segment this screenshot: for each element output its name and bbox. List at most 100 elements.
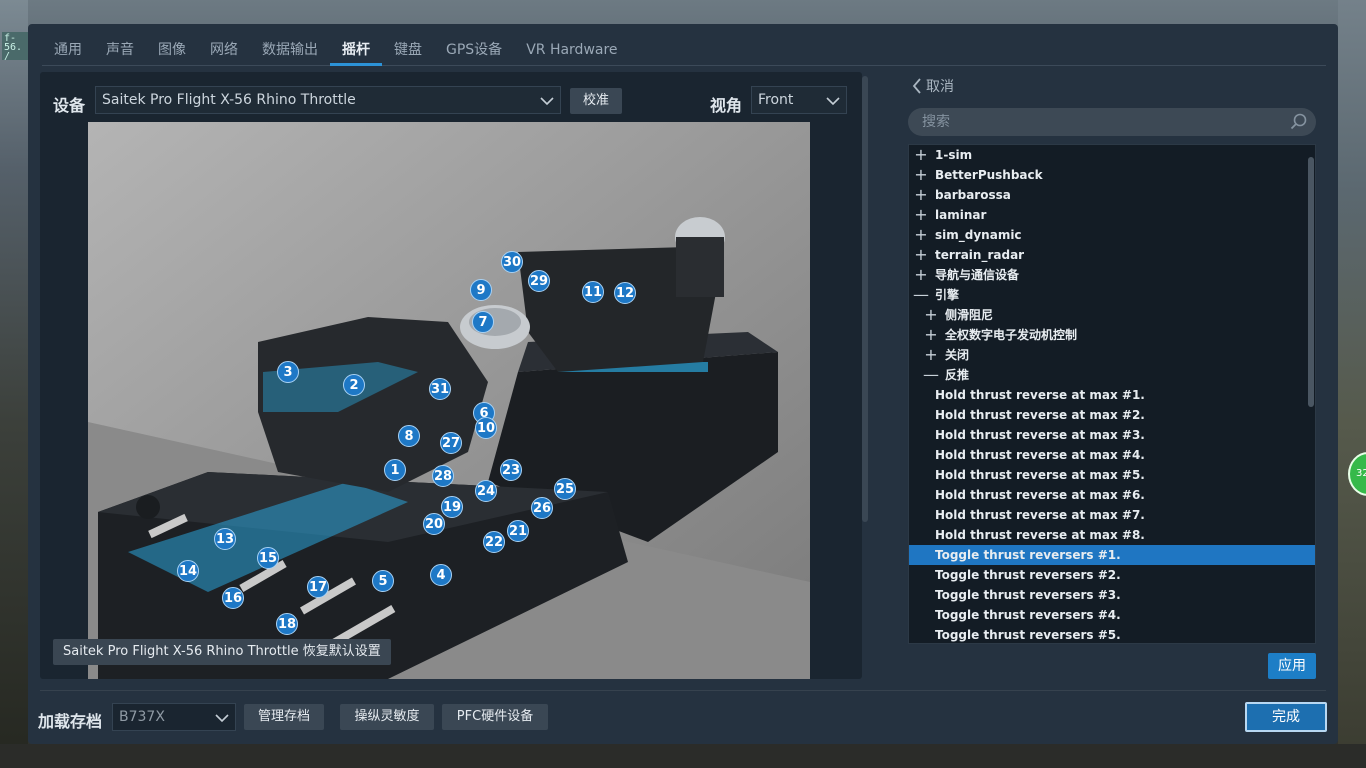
tab-8[interactable]: VR Hardware — [514, 38, 629, 66]
tree-scrollbar[interactable] — [1308, 157, 1314, 407]
command-item[interactable]: Hold thrust reverse at max #6. — [909, 485, 1315, 505]
command-item[interactable]: Hold thrust reverse at max #5. — [909, 465, 1315, 485]
tree-row-label: 侧滑阻尼 — [945, 308, 994, 322]
tree-row-label: laminar — [935, 208, 987, 222]
expand-icon[interactable]: + — [911, 205, 931, 225]
command-category[interactable]: + barbarossa — [909, 185, 1315, 205]
button-marker-12[interactable]: 12 — [614, 282, 636, 304]
tree-row-label: Hold thrust reverse at max #8. — [935, 528, 1145, 542]
device-select[interactable]: Saitek Pro Flight X-56 Rhino Throttle — [95, 86, 561, 114]
button-marker-17[interactable]: 17 — [307, 576, 329, 598]
button-marker-9[interactable]: 9 — [470, 279, 492, 301]
control-sensitivity-button[interactable]: 操纵灵敏度 — [340, 704, 434, 730]
cancel-button[interactable]: 取消 — [912, 76, 954, 96]
command-item[interactable]: Hold thrust reverse at max #2. — [909, 405, 1315, 425]
expand-icon[interactable]: + — [921, 345, 941, 365]
left-panel-scrollbar[interactable] — [862, 76, 868, 522]
command-category[interactable]: + 全权数字电子发动机控制 — [909, 325, 1315, 345]
tab-5[interactable]: 摇杆 — [330, 38, 382, 66]
expand-icon[interactable]: + — [911, 165, 931, 185]
button-marker-20[interactable]: 20 — [423, 513, 445, 535]
button-marker-24[interactable]: 24 — [475, 480, 497, 502]
expand-icon[interactable]: + — [911, 245, 931, 265]
tree-row-label: BetterPushback — [935, 168, 1043, 182]
button-marker-11[interactable]: 11 — [582, 281, 604, 303]
command-item[interactable]: Toggle thrust reversers #4. — [909, 605, 1315, 625]
button-marker-30[interactable]: 30 — [501, 251, 523, 273]
button-marker-29[interactable]: 29 — [528, 270, 550, 292]
command-item[interactable]: Hold thrust reverse at max #7. — [909, 505, 1315, 525]
expand-icon[interactable]: + — [921, 305, 941, 325]
command-category[interactable]: + BetterPushback — [909, 165, 1315, 185]
tab-3[interactable]: 网络 — [198, 38, 250, 66]
command-category[interactable]: + 侧滑阻尼 — [909, 305, 1315, 325]
command-item[interactable]: Hold thrust reverse at max #3. — [909, 425, 1315, 445]
button-marker-16[interactable]: 16 — [222, 587, 244, 609]
expand-icon[interactable]: + — [911, 265, 931, 285]
tree-row-label: sim_dynamic — [935, 228, 1022, 242]
button-marker-13[interactable]: 13 — [214, 528, 236, 550]
button-marker-2[interactable]: 2 — [343, 374, 365, 396]
button-marker-19[interactable]: 19 — [441, 496, 463, 518]
command-item[interactable]: Hold thrust reverse at max #4. — [909, 445, 1315, 465]
button-marker-25[interactable]: 25 — [554, 478, 576, 500]
tab-6[interactable]: 键盘 — [382, 38, 434, 66]
button-marker-1[interactable]: 1 — [384, 459, 406, 481]
view-select[interactable]: Front — [751, 86, 847, 114]
button-marker-14[interactable]: 14 — [177, 560, 199, 582]
expand-icon[interactable]: + — [921, 325, 941, 345]
command-category[interactable]: +1-sim — [909, 145, 1315, 165]
button-marker-4[interactable]: 4 — [430, 564, 452, 586]
command-category[interactable]: + laminar — [909, 205, 1315, 225]
collapse-icon[interactable]: — — [911, 285, 931, 305]
pfc-hardware-button[interactable]: PFC硬件设备 — [442, 704, 548, 730]
command-category[interactable]: — 引擎 — [909, 285, 1315, 305]
button-marker-5[interactable]: 5 — [372, 570, 394, 592]
button-marker-3[interactable]: 3 — [277, 361, 299, 383]
view-label: 视角 — [710, 96, 743, 115]
button-marker-26[interactable]: 26 — [531, 497, 553, 519]
profile-select[interactable]: B737X — [112, 703, 236, 731]
command-category[interactable]: — 反推 — [909, 365, 1315, 385]
chevron-down-icon — [826, 97, 840, 106]
done-button[interactable]: 完成 — [1245, 702, 1327, 732]
button-marker-21[interactable]: 21 — [507, 520, 529, 542]
restore-defaults-button[interactable]: Saitek Pro Flight X-56 Rhino Throttle 恢复… — [53, 639, 391, 665]
button-marker-10[interactable]: 10 — [475, 417, 497, 439]
command-category[interactable]: + sim_dynamic — [909, 225, 1315, 245]
manage-profiles-button[interactable]: 管理存档 — [244, 704, 324, 730]
calibrate-button[interactable]: 校准 — [570, 88, 622, 114]
button-marker-8[interactable]: 8 — [398, 425, 420, 447]
search-icon — [1290, 113, 1307, 130]
button-marker-28[interactable]: 28 — [432, 465, 454, 487]
command-category[interactable]: + 导航与通信设备 — [909, 265, 1315, 285]
button-marker-7[interactable]: 7 — [472, 311, 494, 333]
collapse-icon[interactable]: — — [921, 365, 941, 385]
button-marker-31[interactable]: 31 — [429, 378, 451, 400]
tree-row-label: Hold thrust reverse at max #6. — [935, 488, 1145, 502]
command-item[interactable]: Toggle thrust reversers #1. — [909, 545, 1315, 565]
tab-2[interactable]: 图像 — [146, 38, 198, 66]
command-item[interactable]: Toggle thrust reversers #3. — [909, 585, 1315, 605]
apply-button[interactable]: 应用 — [1268, 653, 1316, 679]
expand-icon[interactable]: + — [911, 145, 931, 165]
tab-4[interactable]: 数据输出 — [250, 38, 330, 66]
button-marker-27[interactable]: 27 — [440, 432, 462, 454]
command-category[interactable]: + terrain_radar — [909, 245, 1315, 265]
command-item[interactable]: Hold thrust reverse at max #8. — [909, 525, 1315, 545]
button-marker-18[interactable]: 18 — [276, 613, 298, 635]
expand-icon[interactable]: + — [911, 225, 931, 245]
command-category[interactable]: + 关闭 — [909, 345, 1315, 365]
tab-1[interactable]: 声音 — [94, 38, 146, 66]
tab-7[interactable]: GPS设备 — [434, 38, 514, 66]
tree-row-label: 引擎 — [935, 288, 960, 302]
button-marker-22[interactable]: 22 — [483, 531, 505, 553]
command-item[interactable]: Toggle thrust reversers #5. — [909, 625, 1315, 643]
command-item[interactable]: Hold thrust reverse at max #1. — [909, 385, 1315, 405]
expand-icon[interactable]: + — [911, 185, 931, 205]
button-marker-23[interactable]: 23 — [500, 459, 522, 481]
command-item[interactable]: Toggle thrust reversers #2. — [909, 565, 1315, 585]
command-search-input[interactable]: 搜索 — [908, 108, 1316, 136]
button-marker-15[interactable]: 15 — [257, 547, 279, 569]
tab-0[interactable]: 通用 — [42, 38, 94, 66]
